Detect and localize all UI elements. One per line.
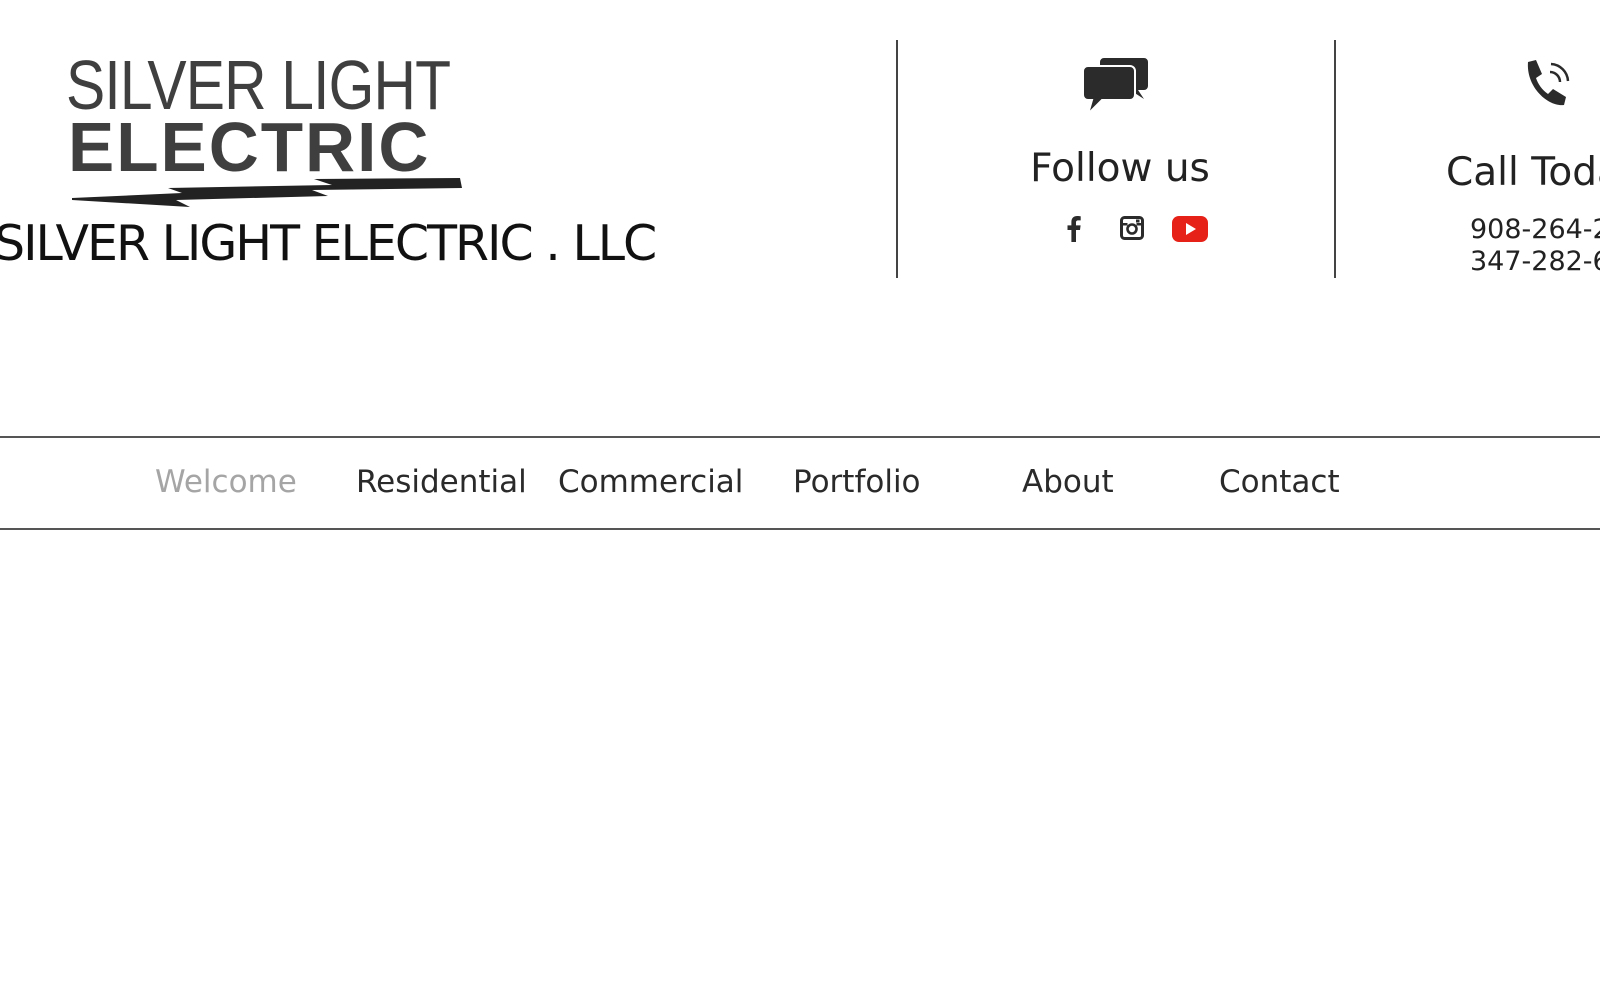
nav-item-contact[interactable]: Contact bbox=[1219, 460, 1340, 504]
header-divider bbox=[1334, 40, 1336, 278]
youtube-link[interactable] bbox=[1172, 216, 1208, 242]
phone-number-1[interactable]: 908-264-2 bbox=[1470, 214, 1600, 246]
nav-item-commercial[interactable]: Commercial bbox=[558, 460, 743, 504]
youtube-icon bbox=[1172, 216, 1208, 242]
phone-icon bbox=[1527, 60, 1570, 106]
nav-item-residential[interactable]: Residential bbox=[356, 460, 527, 504]
phone-number-2[interactable]: 347-282-6 bbox=[1470, 246, 1600, 278]
header-divider bbox=[896, 40, 898, 278]
nav-item-about[interactable]: About bbox=[1022, 460, 1114, 504]
main-nav: Welcome Residential Commercial Portfolio… bbox=[0, 436, 1600, 530]
nav-item-portfolio[interactable]: Portfolio bbox=[793, 460, 921, 504]
site-logo[interactable]: SILVER LIGHT ELECTRIC bbox=[66, 50, 466, 210]
call-today-title: Call Today bbox=[1446, 150, 1600, 195]
chat-bubbles-icon bbox=[1082, 58, 1148, 116]
logo-text-electric: ELECTRIC bbox=[68, 108, 431, 186]
instagram-link[interactable] bbox=[1119, 216, 1145, 240]
facebook-link[interactable] bbox=[1062, 216, 1086, 242]
lightning-bolt-icon bbox=[72, 178, 462, 207]
nav-item-welcome[interactable]: Welcome bbox=[155, 460, 297, 504]
facebook-icon bbox=[1067, 216, 1081, 242]
follow-us-title: Follow us bbox=[1030, 146, 1210, 191]
instagram-icon bbox=[1120, 216, 1144, 240]
company-name: SILVER LIGHT ELECTRIC . LLC bbox=[0, 215, 657, 272]
